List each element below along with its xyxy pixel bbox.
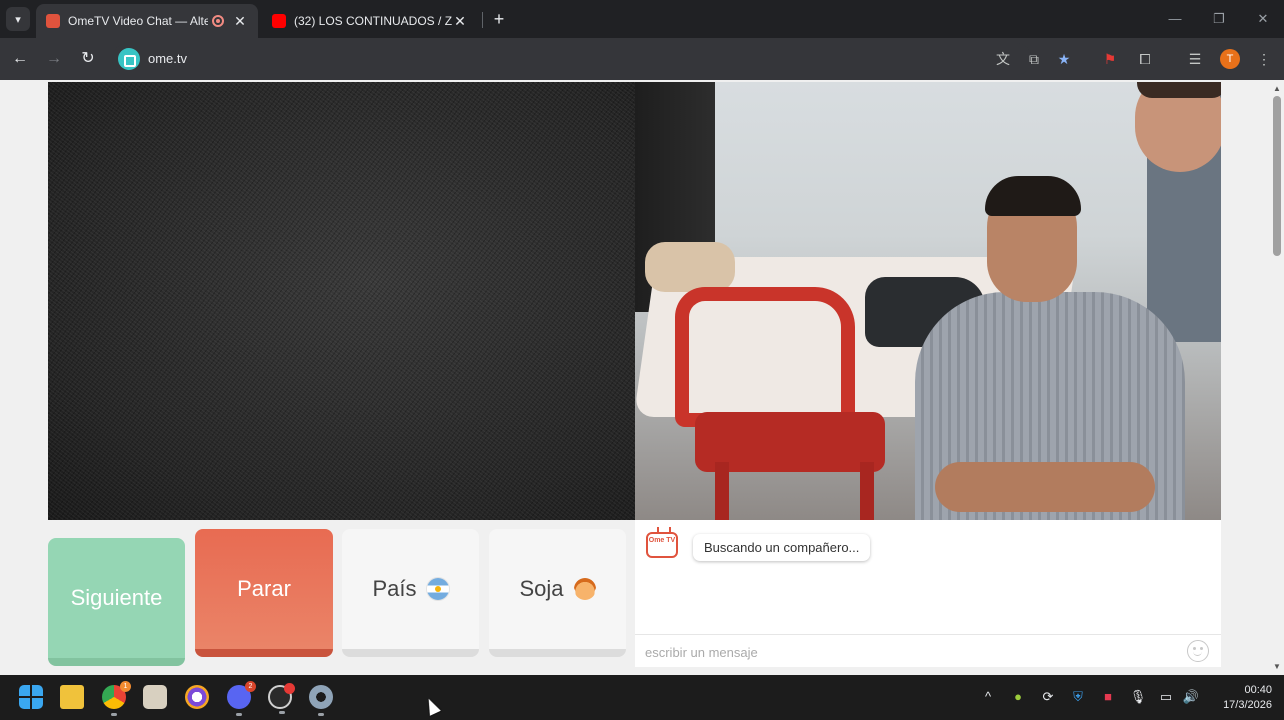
browser-toolbar: ← → ↻ ome.tv 文 ⧉ ★ ⚑ ⧠ ☰ T ⋮ xyxy=(0,38,1284,80)
scroll-thumb[interactable] xyxy=(1273,96,1281,256)
video-pillow xyxy=(645,242,735,292)
chat-message-input[interactable] xyxy=(645,641,1165,663)
chrome-badge: 1 xyxy=(120,681,131,692)
url-text: ome.tv xyxy=(148,51,188,66)
file-explorer-icon[interactable] xyxy=(60,685,84,709)
menu-icon[interactable]: ⋮ xyxy=(1254,49,1274,69)
volume-icon[interactable]: 🔊 xyxy=(1181,687,1201,707)
next-button-label: Siguiente xyxy=(70,585,163,610)
close-window-button[interactable]: ✕ xyxy=(1248,8,1278,30)
running-indicator xyxy=(318,713,324,716)
ometv-favicon-icon xyxy=(46,14,60,28)
pdf-extension-icon[interactable]: ⚑ xyxy=(1100,49,1120,69)
partner-video-static xyxy=(48,82,635,520)
video-red-chair xyxy=(675,287,855,427)
extensions-icon[interactable]: ⧠ xyxy=(1135,49,1155,69)
page-scrollbar[interactable]: ▲ ▼ xyxy=(1270,80,1284,675)
clock-time: 00:40 xyxy=(1244,684,1272,696)
youtube-favicon-icon xyxy=(272,14,286,28)
close-tab-icon[interactable]: ✕ xyxy=(452,13,468,30)
close-tab-icon[interactable]: ✕ xyxy=(232,13,248,30)
running-indicator xyxy=(279,711,285,714)
country-filter-button[interactable]: País xyxy=(342,529,479,657)
gender-button-label: Soja xyxy=(519,576,564,601)
discord-badge: 2 xyxy=(245,681,256,692)
network-icon[interactable]: ▭ xyxy=(1156,687,1176,707)
microphone-icon[interactable]: 🎙 xyxy=(1128,687,1148,707)
scroll-up-icon[interactable]: ▲ xyxy=(1273,84,1281,93)
chat-panel: Ome TV Buscando un compañero... xyxy=(635,520,1221,667)
video-chair-leg xyxy=(715,462,729,520)
scroll-down-icon[interactable]: ▼ xyxy=(1273,662,1281,671)
restore-button[interactable]: ❐ xyxy=(1204,8,1234,30)
minimize-button[interactable]: — xyxy=(1160,8,1190,30)
tab-search-button[interactable]: ▾ xyxy=(6,7,30,31)
recording-indicator-icon xyxy=(212,15,224,27)
reload-button[interactable]: ↻ xyxy=(76,47,100,71)
video-chair-leg xyxy=(860,462,874,520)
tab-title: (32) LOS CONTINUADOS / Zapa xyxy=(294,14,452,28)
video-friend-hair xyxy=(1137,82,1221,98)
stop-button[interactable]: Parar xyxy=(195,529,333,657)
notepad-icon[interactable] xyxy=(143,685,167,709)
translate-icon[interactable]: 文 xyxy=(993,49,1013,69)
site-info-icon[interactable] xyxy=(118,48,140,70)
forward-button[interactable]: → xyxy=(42,47,66,71)
ometv-page: Siguiente Parar País Soja Ome TV Buscand… xyxy=(0,80,1270,675)
browser-icon[interactable] xyxy=(185,685,209,709)
self-camera-video xyxy=(635,82,1221,520)
profile-avatar[interactable]: T xyxy=(1220,49,1240,69)
tab-title: OmeTV Video Chat — Alter xyxy=(68,14,208,28)
stop-button-label: Parar xyxy=(237,576,291,601)
tab-ometv[interactable]: OmeTV Video Chat — Alter ✕ xyxy=(36,4,258,38)
security-shield-icon[interactable]: ⛨ xyxy=(1068,687,1088,707)
tab-divider xyxy=(482,12,483,28)
tab-youtube[interactable]: (32) LOS CONTINUADOS / Zapa ✕ xyxy=(262,4,478,38)
tray-app-red-icon[interactable]: ■ xyxy=(1098,687,1118,707)
argentina-flag-icon xyxy=(426,578,449,600)
chat-status-message: Buscando un compañero... xyxy=(693,534,871,561)
address-bar[interactable]: ome.tv xyxy=(112,43,1032,75)
emoji-picker-icon[interactable] xyxy=(1187,640,1209,662)
windows-taskbar: 1 2 ^ ● ⟳ ⛨ ■ 🎙 ▭ 🔊 00:40 17/3/2026 xyxy=(0,675,1284,720)
video-person-hair xyxy=(985,176,1081,216)
running-indicator xyxy=(111,713,117,716)
boy-emoji-icon xyxy=(573,578,596,600)
obs-icon[interactable] xyxy=(268,683,295,714)
back-button[interactable]: ← xyxy=(8,47,32,71)
chrome-icon[interactable]: 1 xyxy=(102,681,131,716)
video-person-arm xyxy=(935,462,1155,512)
system-clock[interactable]: 00:40 17/3/2026 xyxy=(1212,683,1272,713)
install-app-icon[interactable]: ⧉ xyxy=(1024,49,1044,69)
clock-date: 17/3/2026 xyxy=(1223,699,1272,711)
gender-filter-button[interactable]: Soja xyxy=(489,529,626,657)
running-indicator xyxy=(236,713,242,716)
country-button-label: País xyxy=(372,576,417,601)
ometv-logo-icon: Ome TV xyxy=(646,532,678,558)
bookmark-star-icon[interactable]: ★ xyxy=(1054,49,1074,69)
new-tab-button[interactable]: + xyxy=(488,8,510,30)
tab-strip: ▾ OmeTV Video Chat — Alter ✕ (32) LOS CO… xyxy=(0,0,1284,38)
next-button[interactable]: Siguiente xyxy=(48,538,185,666)
media-controls-icon[interactable]: ☰ xyxy=(1185,49,1205,69)
chat-input-bar xyxy=(635,634,1221,667)
tray-app-green-icon[interactable]: ● xyxy=(1008,687,1028,707)
discord-icon[interactable]: 2 xyxy=(227,681,256,716)
recording-badge xyxy=(284,683,295,694)
settings-icon[interactable] xyxy=(309,685,333,716)
show-hidden-icons-icon[interactable]: ^ xyxy=(978,687,998,707)
start-icon[interactable] xyxy=(19,685,43,709)
sync-icon[interactable]: ⟳ xyxy=(1038,687,1058,707)
